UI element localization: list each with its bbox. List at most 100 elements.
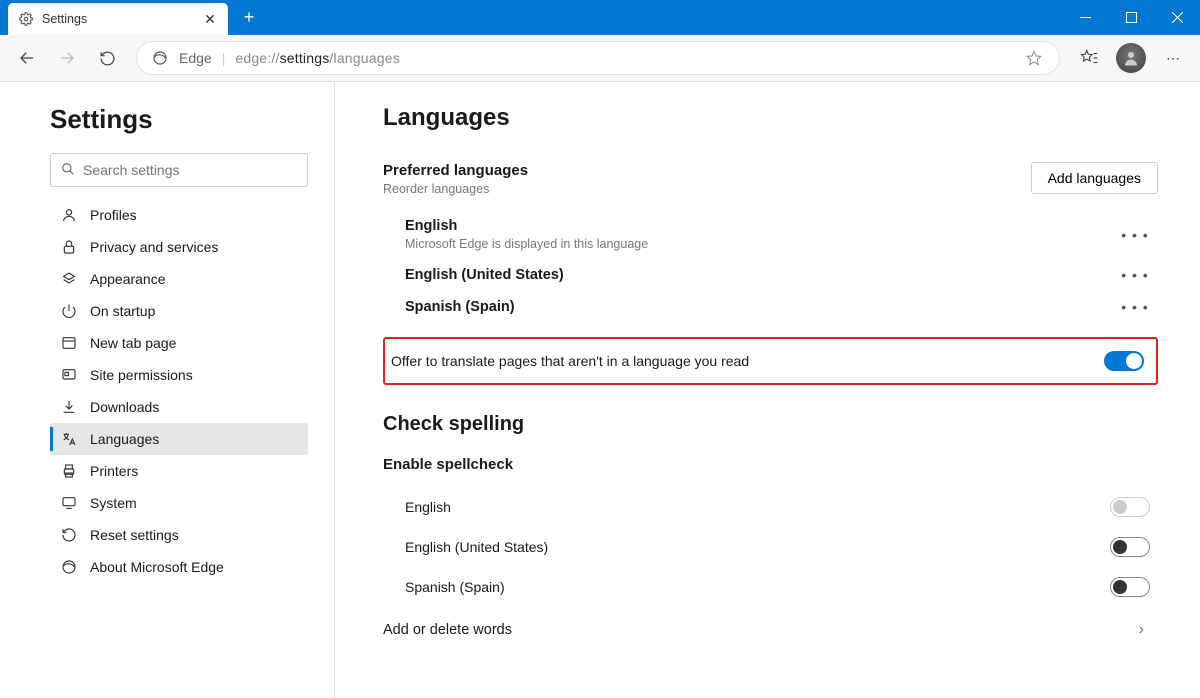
page-title: Languages: [383, 104, 1158, 132]
translate-toggle-row: Offer to translate pages that aren't in …: [383, 337, 1158, 385]
person-icon: [60, 207, 78, 223]
nav-item-downloads[interactable]: Downloads: [50, 391, 308, 423]
toolbar: Edge | edge://settings/languages ⋯: [0, 35, 1200, 82]
nav-item-privacy[interactable]: Privacy and services: [50, 231, 308, 263]
forward-button[interactable]: [50, 41, 84, 75]
nav-item-profiles[interactable]: Profiles: [50, 199, 308, 231]
tab-title: Settings: [42, 12, 194, 26]
preferred-sub: Reorder languages: [383, 182, 528, 196]
titlebar: Settings ✕ +: [0, 0, 1200, 35]
language-item: Spanish (Spain) • • •: [383, 291, 1158, 323]
printer-icon: [60, 463, 78, 479]
nav-label: New tab page: [90, 335, 176, 351]
maximize-button[interactable]: [1108, 0, 1154, 35]
nav-label: About Microsoft Edge: [90, 559, 224, 575]
edge-logo-icon: [151, 49, 169, 67]
spelling-sub: Enable spellcheck: [383, 456, 1158, 473]
spelling-heading: Check spelling: [383, 413, 1158, 436]
refresh-button[interactable]: [90, 41, 124, 75]
settings-sidebar: Settings Profiles Privacy and services A…: [0, 82, 335, 698]
nav-item-about[interactable]: About Microsoft Edge: [50, 551, 308, 583]
gear-icon: [18, 11, 34, 27]
spellcheck-toggle[interactable]: [1110, 537, 1150, 557]
search-icon: [61, 162, 75, 179]
nav-item-permissions[interactable]: Site permissions: [50, 359, 308, 391]
edge-icon: [60, 559, 78, 575]
address-separator: |: [222, 50, 226, 66]
nav-label: Profiles: [90, 207, 137, 223]
close-window-button[interactable]: [1154, 0, 1200, 35]
nav-label: System: [90, 495, 137, 511]
profile-avatar[interactable]: [1116, 43, 1146, 73]
chevron-right-icon: ›: [1139, 621, 1150, 639]
settings-nav: Profiles Privacy and services Appearance…: [50, 199, 308, 583]
browser-tab[interactable]: Settings ✕: [8, 3, 228, 35]
nav-label: Downloads: [90, 399, 159, 415]
system-icon: [60, 495, 78, 511]
reset-icon: [60, 527, 78, 543]
nav-label: Privacy and services: [90, 239, 218, 255]
preferred-heading: Preferred languages: [383, 162, 528, 179]
language-name: English: [405, 218, 648, 234]
language-more-button[interactable]: • • •: [1120, 299, 1150, 315]
nav-item-languages[interactable]: Languages: [50, 423, 308, 455]
favorites-list-button[interactable]: [1072, 41, 1106, 75]
translate-label: Offer to translate pages that aren't in …: [391, 353, 749, 369]
language-more-button[interactable]: • • •: [1120, 267, 1150, 283]
spellcheck-item: Spanish (Spain): [383, 567, 1158, 607]
nav-label: Appearance: [90, 271, 166, 287]
sidebar-heading: Settings: [50, 104, 310, 135]
language-item: English Microsoft Edge is displayed in t…: [383, 210, 1158, 259]
permissions-icon: [60, 367, 78, 383]
add-languages-button[interactable]: Add languages: [1031, 162, 1158, 194]
language-icon: [60, 431, 78, 447]
add-delete-words-row[interactable]: Add or delete words ›: [383, 607, 1158, 653]
nav-item-appearance[interactable]: Appearance: [50, 263, 308, 295]
spellcheck-item: English (United States): [383, 527, 1158, 567]
new-tab-button[interactable]: +: [234, 3, 264, 33]
spellcheck-toggle[interactable]: [1110, 577, 1150, 597]
lock-icon: [60, 239, 78, 255]
download-icon: [60, 399, 78, 415]
settings-main: Languages Preferred languages Reorder la…: [335, 82, 1200, 698]
spell-name: English: [405, 499, 451, 515]
nav-item-printers[interactable]: Printers: [50, 455, 308, 487]
nav-label: Languages: [90, 431, 159, 447]
window-controls: [1062, 0, 1200, 35]
language-list: English Microsoft Edge is displayed in t…: [383, 210, 1158, 323]
page-icon: [60, 335, 78, 351]
minimize-button[interactable]: [1062, 0, 1108, 35]
language-name: Spanish (Spain): [405, 299, 515, 315]
spellcheck-toggle[interactable]: [1110, 497, 1150, 517]
nav-item-reset[interactable]: Reset settings: [50, 519, 308, 551]
power-icon: [60, 303, 78, 319]
address-bar[interactable]: Edge | edge://settings/languages: [136, 41, 1060, 75]
add-delete-words-label: Add or delete words: [383, 622, 512, 638]
app-identity: Edge: [179, 50, 212, 66]
spell-name: English (United States): [405, 539, 548, 555]
favorite-star-icon[interactable]: [1023, 47, 1045, 69]
nav-item-newtab[interactable]: New tab page: [50, 327, 308, 359]
spell-name: Spanish (Spain): [405, 579, 505, 595]
close-tab-button[interactable]: ✕: [202, 11, 218, 27]
language-name: English (United States): [405, 267, 564, 283]
language-note: Microsoft Edge is displayed in this lang…: [405, 237, 648, 251]
nav-item-system[interactable]: System: [50, 487, 308, 519]
nav-label: Reset settings: [90, 527, 179, 543]
nav-label: Printers: [90, 463, 138, 479]
translate-toggle[interactable]: [1104, 351, 1144, 371]
back-button[interactable]: [10, 41, 44, 75]
spellcheck-item: English: [383, 487, 1158, 527]
nav-label: On startup: [90, 303, 155, 319]
search-input[interactable]: [83, 162, 297, 178]
nav-item-startup[interactable]: On startup: [50, 295, 308, 327]
language-more-button[interactable]: • • •: [1120, 227, 1150, 243]
content-area: Settings Profiles Privacy and services A…: [0, 82, 1200, 698]
preferred-languages-header: Preferred languages Reorder languages Ad…: [383, 162, 1158, 196]
nav-label: Site permissions: [90, 367, 193, 383]
more-menu-button[interactable]: ⋯: [1156, 41, 1190, 75]
language-item: English (United States) • • •: [383, 259, 1158, 291]
search-settings-box[interactable]: [50, 153, 308, 187]
url-text: edge://settings/languages: [235, 50, 1013, 66]
tab-strip: Settings ✕ +: [0, 0, 264, 35]
